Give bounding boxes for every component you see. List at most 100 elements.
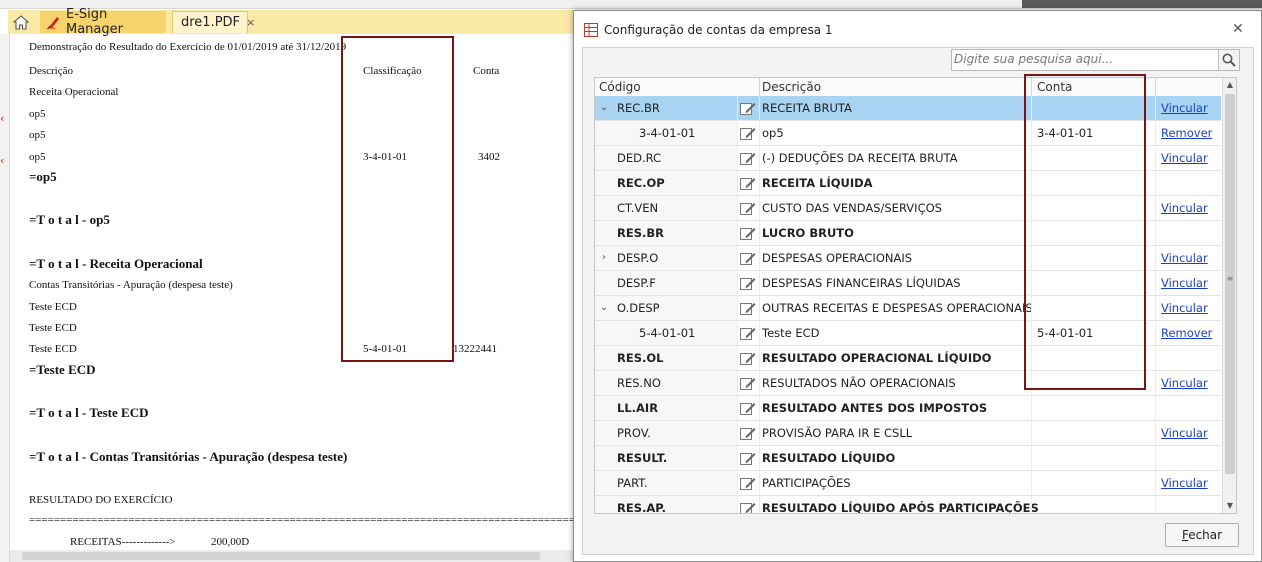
row-description: PROVISÃO PARA IR E CSLL (762, 426, 913, 440)
doc-line: Teste ECD (29, 322, 77, 334)
highlight-box-conta (1024, 74, 1146, 390)
left-toolbar: ‹ ‹ (0, 34, 10, 562)
edit-icon[interactable] (740, 501, 756, 514)
edit-icon[interactable] (740, 326, 756, 341)
row-description: DESPESAS OPERACIONAIS (762, 251, 913, 265)
vincular-link[interactable]: Vincular (1161, 426, 1208, 440)
row-code: REC.BR (617, 101, 660, 115)
remover-link[interactable]: Remover (1161, 326, 1212, 340)
pdf-document-view: Demonstração do Resultado do Exercício d… (10, 36, 574, 550)
row-description: RECEITA BRUTA (762, 101, 852, 115)
edit-icon[interactable] (740, 101, 756, 116)
edit-icon[interactable] (740, 151, 756, 166)
scroll-up-icon[interactable]: ▲ (1223, 78, 1236, 92)
row-description: PARTICIPAÇÕES (762, 476, 851, 490)
doc-receitas-label: RECEITAS-------------> (70, 536, 176, 548)
vincular-link[interactable]: Vincular (1161, 201, 1208, 215)
row-code: REC.OP (617, 176, 665, 190)
doc-line: Receita Operacional (29, 86, 119, 98)
highlight-box-classificacao (341, 36, 454, 362)
doc-line: Teste ECD (29, 301, 77, 313)
expand-toggle-icon[interactable]: › (599, 252, 609, 263)
edit-icon[interactable] (740, 201, 756, 216)
table-row[interactable]: PART. PARTICIPAÇÕES Vincular (595, 471, 1221, 496)
row-code: RES.NO (617, 376, 661, 390)
edit-icon[interactable] (740, 126, 756, 141)
header-codigo[interactable]: Código (599, 80, 641, 94)
home-button[interactable] (8, 10, 34, 34)
search-input[interactable]: Digite sua pesquisa aqui... (951, 49, 1219, 71)
vincular-link[interactable]: Vincular (1161, 476, 1208, 490)
column-separator (1155, 96, 1156, 513)
doc-line: op5 (29, 151, 46, 163)
edit-icon[interactable] (740, 176, 756, 191)
row-code: DESP.F (617, 276, 656, 290)
expand-toggle-icon[interactable]: ⌄ (599, 102, 609, 113)
edit-icon[interactable] (740, 351, 756, 366)
row-code: LL.AIR (617, 401, 659, 415)
table-row[interactable]: RESULT. RESULTADO LÍQUIDO (595, 446, 1221, 471)
marker-icon: ‹ (0, 112, 5, 125)
edit-icon[interactable] (740, 451, 756, 466)
vincular-link[interactable]: Vincular (1161, 251, 1208, 265)
tab-esign-manager[interactable]: E-Sign Manager (40, 7, 166, 37)
edit-icon[interactable] (740, 476, 756, 491)
scroll-down-icon[interactable]: ▼ (1223, 499, 1236, 513)
edit-icon[interactable] (740, 401, 756, 416)
edit-icon[interactable] (740, 376, 756, 391)
doc-separator: ========================================… (29, 514, 574, 526)
vincular-link[interactable]: Vincular (1161, 301, 1208, 315)
row-code: RES.AP. (617, 501, 666, 514)
header-separator (1155, 78, 1156, 96)
table-icon (584, 23, 598, 37)
tab-dre1-pdf[interactable]: dre1.PDF × (172, 11, 255, 33)
expand-toggle-icon[interactable]: ⌄ (599, 302, 609, 313)
table-row[interactable]: LL.AIR RESULTADO ANTES DOS IMPOSTOS (595, 396, 1221, 421)
horizontal-scrollbar-thumb[interactable] (22, 552, 540, 560)
vertical-scrollbar[interactable]: ▲ ≡ ▼ (1222, 78, 1236, 513)
doc-total-line: =T o t a l - Teste ECD (29, 405, 149, 420)
home-icon (13, 14, 29, 30)
doc-total-line: =T o t a l - Contas Transitórias - Apura… (29, 449, 348, 464)
doc-total-line: =T o t a l - op5 (29, 212, 110, 227)
close-icon[interactable]: × (246, 16, 255, 29)
column-separator (759, 96, 760, 513)
row-description: RESULTADOS NÃO OPERACIONAIS (762, 376, 956, 390)
doc-conta: 13222441 (453, 343, 497, 355)
close-icon[interactable]: ✕ (1232, 21, 1244, 37)
vertical-scrollbar-thumb[interactable] (1225, 94, 1235, 474)
edit-icon[interactable] (740, 301, 756, 316)
row-description: DESPESAS FINANCEIRAS LÍQUIDAS (762, 276, 961, 290)
edit-icon[interactable] (740, 251, 756, 266)
edit-icon[interactable] (740, 226, 756, 241)
row-description: RESULTADO ANTES DOS IMPOSTOS (762, 401, 988, 415)
row-description: CUSTO DAS VENDAS/SERVIÇOS (762, 201, 942, 215)
table-row[interactable]: RES.AP. RESULTADO LÍQUIDO APÓS PARTICIPAÇ… (595, 496, 1221, 514)
row-code: PART. (617, 476, 648, 490)
row-code: RES.BR (617, 226, 664, 240)
remover-link[interactable]: Remover (1161, 126, 1212, 140)
search-button[interactable] (1218, 49, 1240, 71)
doc-line: Teste ECD (29, 343, 77, 355)
edit-icon[interactable] (740, 426, 756, 441)
vincular-link[interactable]: Vincular (1161, 376, 1208, 390)
edit-icon[interactable] (740, 276, 756, 291)
signature-pen-icon (46, 17, 59, 30)
tab-pdf-label: dre1.PDF (181, 15, 241, 30)
doc-total-line: =T o t a l - Receita Operacional (29, 256, 203, 271)
row-code: RESULT. (617, 451, 668, 465)
vincular-link[interactable]: Vincular (1161, 101, 1208, 115)
row-description: RECEITA LÍQUIDA (762, 176, 873, 190)
vincular-link[interactable]: Vincular (1161, 151, 1208, 165)
scroll-grip-icon: ≡ (1226, 274, 1234, 283)
row-code: DESP.O (617, 251, 659, 265)
row-code: 3-4-01-01 (639, 126, 696, 140)
row-code: DED.RC (617, 151, 662, 165)
tab-esign-label: E-Sign Manager (66, 7, 123, 37)
header-descricao[interactable]: Descrição (762, 80, 821, 94)
table-row[interactable]: PROV. PROVISÃO PARA IR E CSLL Vincular (595, 421, 1221, 446)
fechar-button[interactable]: Fechar (1165, 523, 1239, 547)
doc-total-line: =Teste ECD (29, 362, 96, 377)
vincular-link[interactable]: Vincular (1161, 276, 1208, 290)
doc-line: op5 (29, 108, 46, 120)
